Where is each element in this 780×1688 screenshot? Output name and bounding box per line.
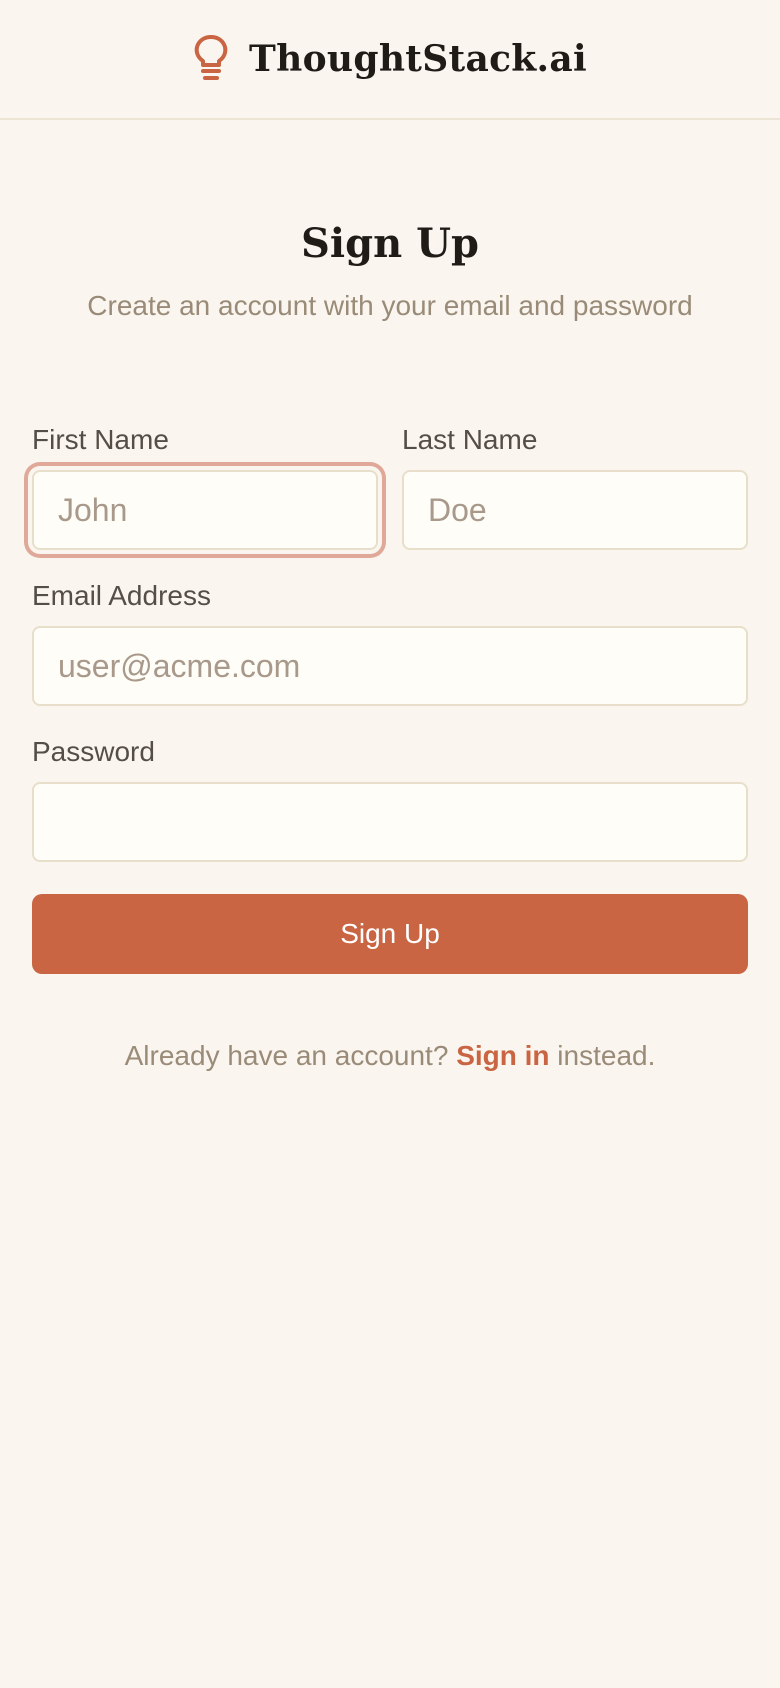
password-label: Password — [32, 736, 155, 767]
last-name-input[interactable] — [402, 470, 748, 550]
password-input[interactable] — [32, 782, 748, 862]
brand[interactable]: ThoughtStack.ai — [193, 35, 587, 83]
app-header: ThoughtStack.ai — [0, 0, 780, 120]
signin-prompt-text: Already have an account? — [124, 1040, 449, 1071]
signin-prompt: Already have an account? Sign in instead… — [0, 1040, 780, 1072]
lightbulb-icon — [194, 35, 228, 80]
sign-in-link[interactable]: Sign in — [456, 1040, 549, 1071]
brand-name: ThoughtStack.ai — [249, 38, 587, 80]
first-name-label: First Name — [32, 424, 169, 455]
sign-up-button[interactable]: Sign Up — [32, 894, 748, 974]
first-name-input[interactable] — [32, 470, 378, 550]
email-label: Email Address — [32, 580, 211, 611]
email-input[interactable] — [32, 626, 748, 706]
signin-suffix-text: instead. — [557, 1040, 656, 1071]
page-title: Sign Up — [301, 220, 479, 267]
page-subtitle: Create an account with your email and pa… — [87, 290, 693, 321]
last-name-label: Last Name — [402, 424, 538, 455]
